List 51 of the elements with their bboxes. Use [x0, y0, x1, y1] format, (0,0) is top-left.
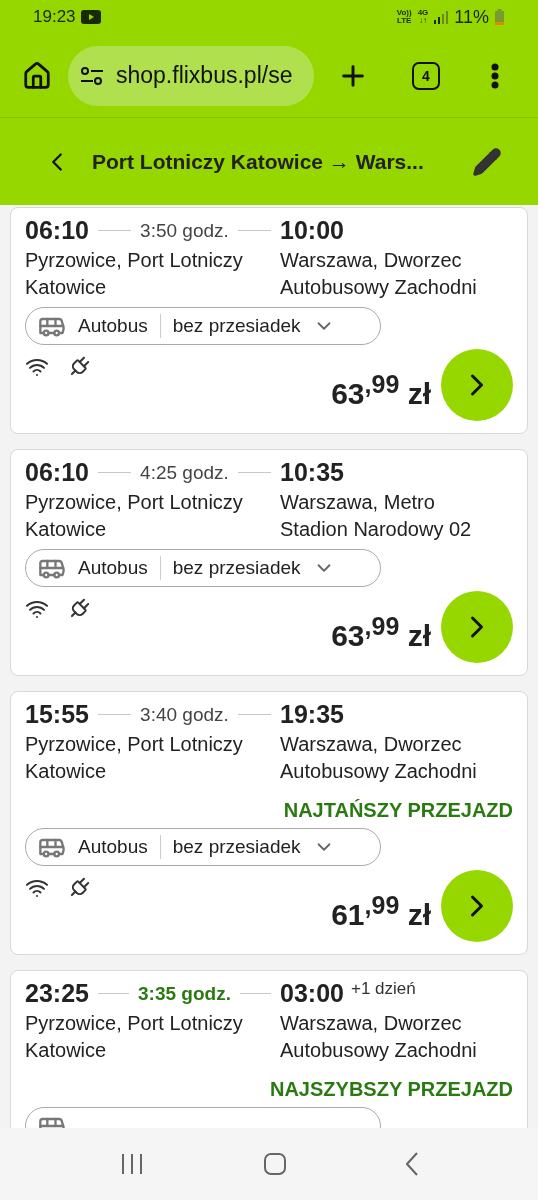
trip-duration: 4:25 godz. — [140, 461, 229, 484]
volte-indicator: Vo)) LTE — [396, 9, 412, 25]
trip-card[interactable]: 06:10 4:25 godz. 10:35 Pyrzowice, Port Lotniczy Katowice Warszawa, Metro Stadion Narodowy 02 Autobus bez przesiadek 63$^{,99}$ zł — [10, 449, 528, 676]
arrival-time: 10:35 — [280, 458, 344, 487]
arrival-time: 19:35 — [280, 700, 344, 729]
trip-highlight-label: NAJTAŃSZY PRZEJAZD — [283, 799, 513, 822]
recent-apps-icon — [119, 1152, 144, 1176]
trip-details-button[interactable]: Autobus bez przesiadek — [25, 307, 381, 345]
site-settings-icon — [80, 65, 104, 86]
arrival-station: Warszawa, Metro Stadion Narodowy 02 — [280, 490, 473, 542]
departure-time: 23:25 — [25, 979, 89, 1008]
arrival-station: Warszawa, Dworzec Autobusowy Zachodni — [280, 1011, 478, 1063]
arrival-time: 03:00 — [280, 979, 344, 1008]
next-day-note: +1 dzień — [350, 979, 416, 999]
trip-price: 63$^{,99}$ zł — [331, 611, 431, 653]
url-text: shop.flixbus.pl/se — [116, 62, 293, 89]
trip-card[interactable]: 23:25 3:35 godz. 03:00 +1 dzień Pyrzowice, Port Lotniczy Katowice Warszawa, Dworzec Autobusowy Zachodni NAJSZYBSZY PRZEJAZD — [10, 970, 528, 1128]
trip-duration: 3:35 godz. — [138, 982, 231, 1005]
menu-icon — [491, 62, 499, 89]
departure-time: 06:10 — [25, 216, 89, 245]
trip-details-button[interactable]: Autobus bez przesiadek — [25, 828, 381, 866]
trip-duration: 3:40 godz. — [140, 703, 229, 726]
clock: 19:23 — [33, 7, 76, 27]
departure-station: Pyrzowice, Port Lotniczy Katowice — [25, 248, 244, 300]
arrival-station: Warszawa, Dworzec Autobusowy Zachodni — [280, 248, 478, 300]
departure-time: 06:10 — [25, 458, 89, 487]
battery-icon — [495, 9, 504, 25]
home-icon — [22, 60, 52, 91]
trip-details-button[interactable]: Autobus bez przesiadek — [25, 549, 381, 587]
trip-card[interactable]: 06:10 3:50 godz. 10:00 Pyrzowice, Port Lotniczy Katowice Warszawa, Dworzec Autobusowy Zachodni Autobus bez przesiadek 63$^{,99}$ zł — [10, 207, 528, 434]
trip-price: 63$^{,99}$ zł — [331, 369, 431, 411]
departure-time: 15:55 — [25, 700, 89, 729]
departure-station: Pyrzowice, Port Lotniczy Katowice — [25, 490, 244, 542]
trip-highlight-label: NAJSZYBSZY PRZEJAZD — [270, 1078, 513, 1101]
pencil-icon — [472, 146, 502, 177]
video-icon — [80, 10, 101, 24]
trip-price: 61$^{,99}$ zł — [331, 890, 431, 932]
route-title: Port Lotniczy Katowice → Wars... — [92, 149, 425, 174]
battery-percent: 11% — [454, 6, 489, 28]
trip-card[interactable]: 15:55 3:40 godz. 19:35 Pyrzowice, Port Lotniczy Katowice Warszawa, Dworzec Autobusowy Zachodni NAJTAŃSZY PRZEJAZD Autobus bez przesiadek 61$^{,99}$ zł — [10, 691, 528, 955]
departure-station: Pyrzowice, Port Lotniczy Katowice — [25, 1011, 244, 1063]
home-nav-icon — [263, 1152, 287, 1176]
trip-duration: 3:50 godz. — [140, 219, 229, 242]
network-indicator: 4G ↓↑ — [417, 9, 429, 25]
departure-station: Pyrzowice, Port Lotniczy Katowice — [25, 732, 244, 784]
signal-icon — [434, 10, 449, 24]
arrival-time: 10:00 — [280, 216, 344, 245]
back-nav-icon — [406, 1152, 419, 1176]
tab-count-button[interactable]: 4 — [412, 61, 440, 90]
arrival-station: Warszawa, Dworzec Autobusowy Zachodni — [280, 732, 478, 784]
address-bar[interactable]: shop.flixbus.pl/se — [68, 45, 314, 106]
